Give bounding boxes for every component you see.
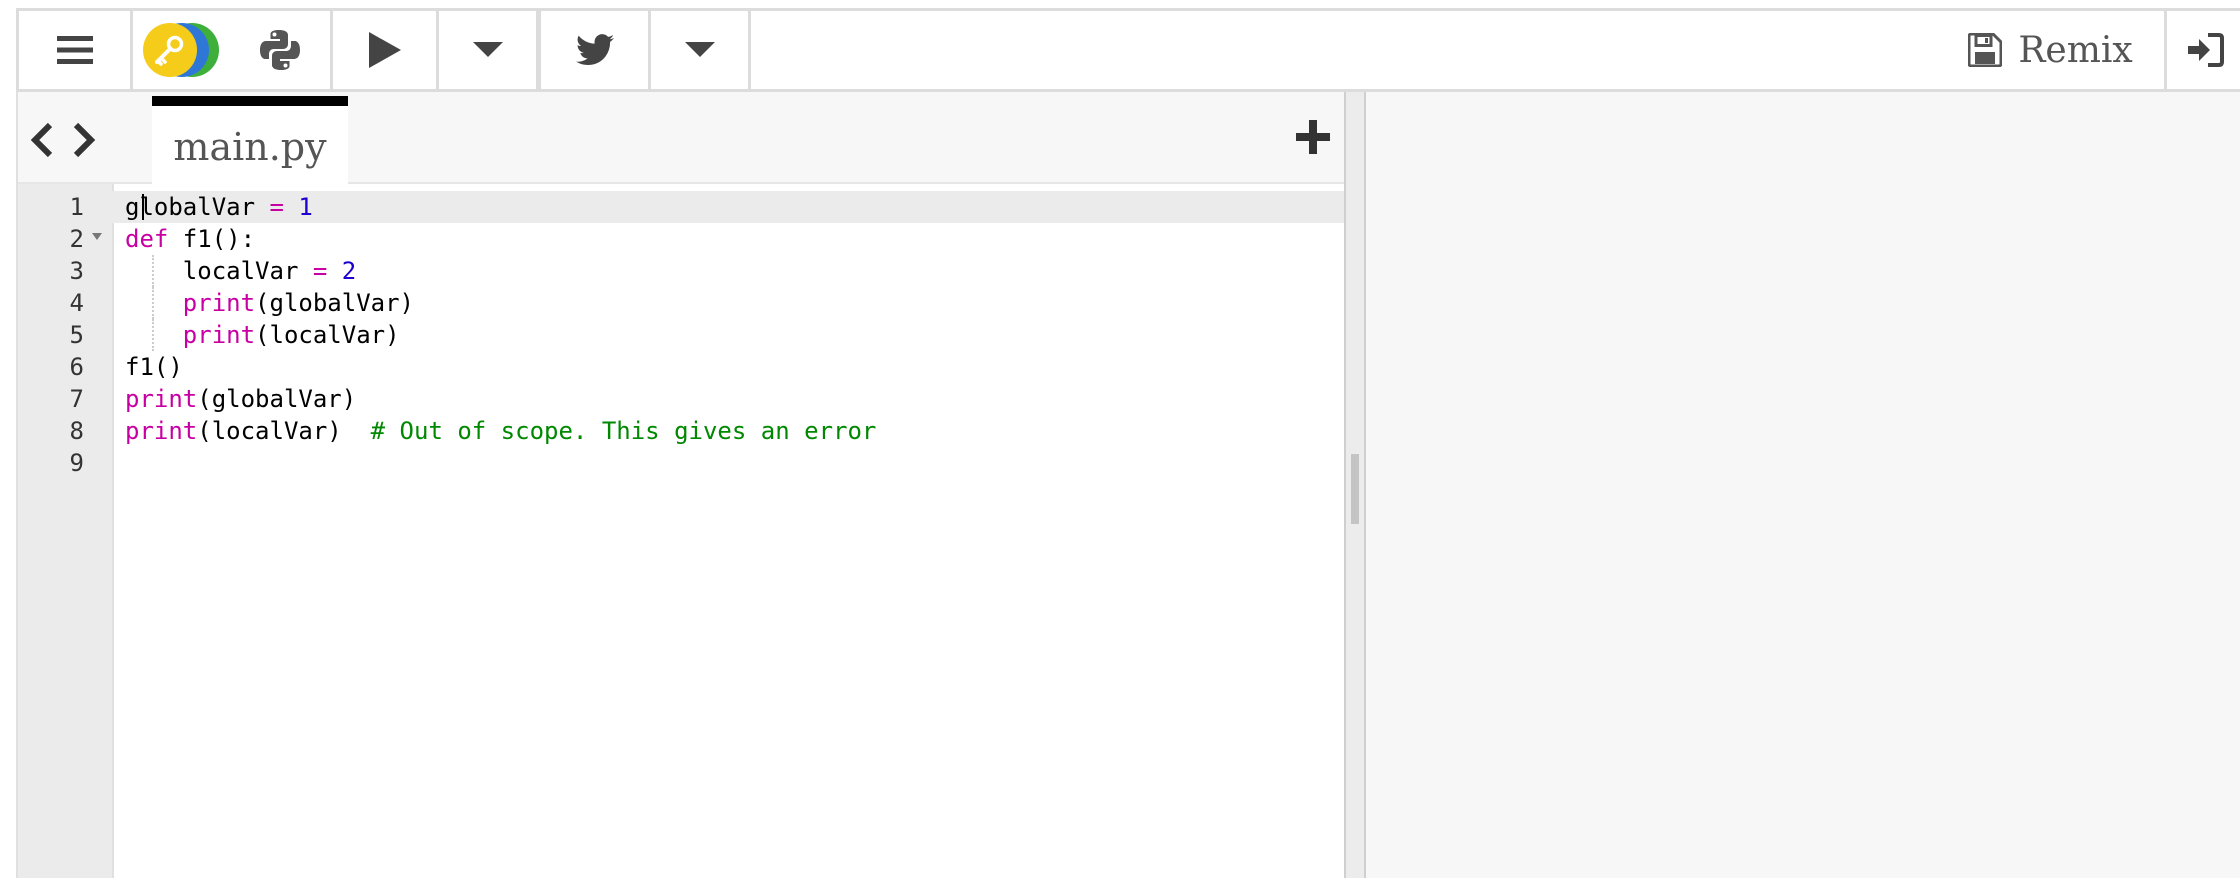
login-button[interactable]	[2169, 11, 2240, 89]
file-tab-label: main.py	[173, 125, 327, 169]
line-number: 7	[69, 385, 84, 413]
text-cursor	[142, 194, 144, 220]
run-button[interactable]	[333, 11, 439, 89]
code-line[interactable]: 9	[18, 447, 1344, 479]
sign-in-icon	[2188, 33, 2224, 67]
line-number: 1	[69, 193, 84, 221]
share-twitter-button[interactable]	[541, 11, 651, 89]
code-line[interactable]: 4 print(globalVar)	[18, 287, 1344, 319]
line-number: 9	[69, 449, 84, 477]
toolbar: Remix	[16, 8, 2240, 92]
share-options-dropdown[interactable]	[651, 11, 751, 89]
caret-down-icon	[684, 42, 715, 57]
floppy-disk-icon	[1968, 33, 2003, 67]
line-number: 4	[69, 289, 84, 317]
menu-button[interactable]	[19, 11, 133, 89]
trinket-app: Remix main.py 1 globalVar = 1 2 def f1()…	[0, 0, 2240, 878]
caret-down-icon	[472, 42, 503, 57]
code-line[interactable]: 6 f1()	[18, 351, 1344, 383]
chevron-left-icon[interactable]	[28, 122, 56, 158]
code-line[interactable]: 2 def f1():	[18, 223, 1344, 255]
file-tab-main-py[interactable]: main.py	[152, 96, 348, 184]
twitter-icon	[575, 34, 614, 66]
code-line[interactable]: 3 localVar = 2	[18, 255, 1344, 287]
line-number: 8	[69, 417, 84, 445]
play-icon	[368, 32, 401, 68]
line-number: 3	[69, 257, 84, 285]
pane-splitter[interactable]	[1344, 92, 1366, 878]
line-number: 5	[69, 321, 84, 349]
run-options-dropdown[interactable]	[439, 11, 541, 89]
trinket-logo-button[interactable]	[133, 11, 229, 89]
code-area[interactable]: 1 globalVar = 1 2 def f1(): 3 localVar =…	[18, 184, 1344, 878]
code-editor-pane: main.py 1 globalVar = 1 2 def f1(): 3 lo…	[16, 92, 1344, 878]
line-content: print(localVar)	[182, 321, 400, 349]
code-line[interactable]: 1 globalVar = 1	[18, 191, 1344, 223]
hamburger-menu-icon	[56, 36, 93, 64]
code-line[interactable]: 5 print(localVar)	[18, 319, 1344, 351]
code-line[interactable]: 8 print(localVar) # Out of scope. This g…	[18, 415, 1344, 447]
line-number: 6	[69, 353, 84, 381]
tab-navigation	[28, 122, 98, 158]
line-content: f1()	[125, 353, 183, 381]
python-language-button[interactable]	[229, 11, 333, 89]
remix-button[interactable]: Remix	[1937, 11, 2167, 89]
output-pane[interactable]	[1366, 92, 2240, 878]
chevron-right-icon[interactable]	[70, 122, 98, 158]
code-line[interactable]: 7 print(globalVar)	[18, 383, 1344, 415]
trinket-key-logo	[143, 23, 219, 77]
plus-icon[interactable]	[1296, 120, 1330, 154]
fold-toggle-icon[interactable]	[92, 233, 102, 240]
splitter-handle[interactable]	[1351, 454, 1359, 524]
line-content: print(localVar) # Out of scope. This giv…	[125, 417, 877, 445]
line-content: print(globalVar)	[125, 385, 357, 413]
line-content: print(globalVar)	[182, 289, 414, 317]
line-number: 2	[69, 225, 84, 253]
line-content: globalVar = 1	[125, 193, 313, 221]
python-logo-icon	[259, 30, 300, 70]
line-content: localVar = 2	[125, 257, 357, 285]
file-tab-bar: main.py	[18, 92, 1344, 184]
line-content: def f1():	[125, 225, 256, 253]
remix-label: Remix	[2018, 29, 2133, 71]
